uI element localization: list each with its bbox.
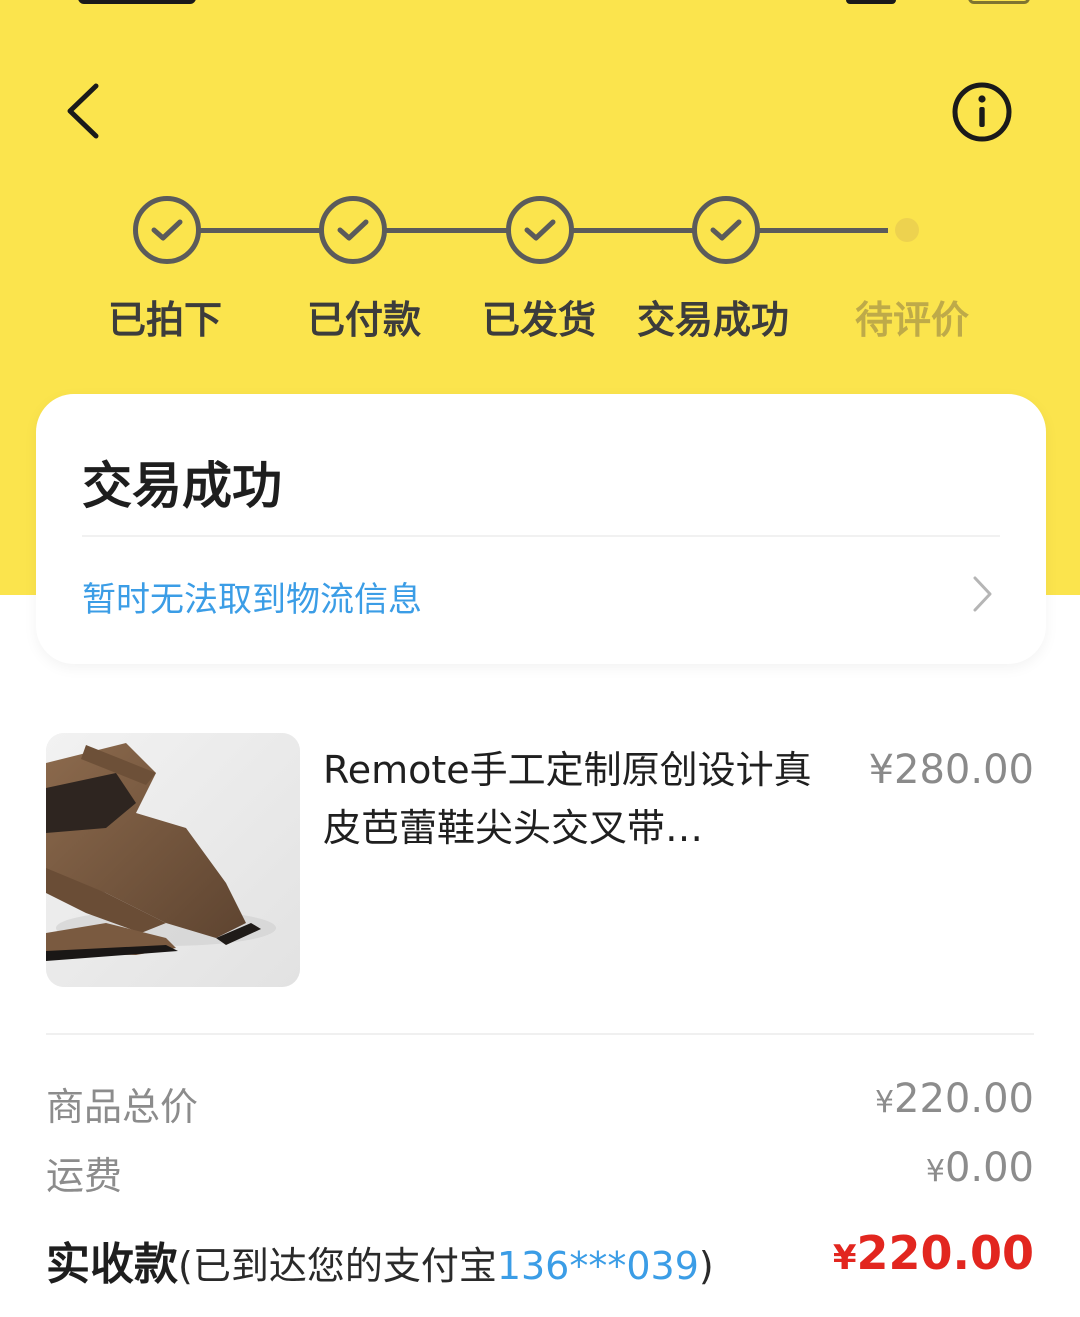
- alipay-account[interactable]: 136***039: [497, 1244, 699, 1288]
- goods-total-row: 商品总价 ¥220.00: [46, 1076, 1034, 1132]
- logistics-info-text: 暂时无法取到物流信息: [82, 580, 422, 620]
- paid-value: ¥220.00: [833, 1226, 1034, 1280]
- product-price: ¥280.00: [869, 747, 1034, 793]
- check-icon: [710, 219, 742, 241]
- step-3-label: 已发货: [481, 298, 596, 342]
- paid-note-suffix: ): [698, 1244, 714, 1288]
- chevron-right-icon: [973, 576, 992, 612]
- divider: [46, 1033, 1034, 1035]
- step-2-label: 已付款: [306, 298, 421, 342]
- step-4-circle: [692, 196, 760, 264]
- step-5-dot: [895, 218, 919, 242]
- order-status-card: 交易成功 暂时无法取到物流信息: [36, 394, 1046, 664]
- goods-total-label: 商品总价: [46, 1085, 199, 1129]
- paid-label: 实收款(已到达您的支付宝136***039): [46, 1228, 714, 1292]
- step-3-circle: [506, 196, 574, 264]
- order-progress: 已拍下 已付款 已发货 交易成功 待评价: [0, 192, 1080, 352]
- step-2-circle: [319, 196, 387, 264]
- order-status-title: 交易成功: [82, 457, 282, 515]
- status-bar-battery: [968, 0, 1030, 4]
- goods-total-amount: 220.00: [894, 1076, 1034, 1122]
- check-icon: [524, 219, 556, 241]
- step-1-circle: [133, 196, 201, 264]
- order-detail-page: 已拍下 已付款 已发货 交易成功 待评价 交易成功 暂时无法取到物流信息 Rem…: [0, 0, 1080, 1317]
- shipping-amount: 0.00: [944, 1145, 1034, 1191]
- back-button[interactable]: [52, 72, 120, 150]
- product-image: [46, 733, 300, 987]
- currency-symbol: ¥: [832, 1238, 857, 1278]
- logistics-info-link[interactable]: 暂时无法取到物流信息: [82, 558, 1000, 630]
- shipping-label: 运费: [46, 1154, 123, 1198]
- step-4-label: 交易成功: [636, 298, 789, 342]
- product-title: Remote手工定制原创设计真皮芭蕾鞋尖头交叉带…: [323, 748, 812, 850]
- status-bar-time: [78, 0, 196, 4]
- step-5-label: 待评价: [854, 298, 969, 342]
- step-1-label: 已拍下: [107, 298, 222, 342]
- check-icon: [151, 219, 183, 241]
- paid-amount-row: 实收款(已到达您的支付宝136***039) ¥220.00: [46, 1226, 1034, 1290]
- check-icon: [337, 219, 369, 241]
- shoe-image: [46, 733, 300, 987]
- paid-label-text: 实收款: [46, 1239, 178, 1290]
- paid-amount: 220.00: [856, 1226, 1034, 1280]
- divider: [82, 535, 1000, 537]
- chevron-left-icon: [67, 83, 99, 139]
- shipping-row: 运费 ¥0.00: [46, 1145, 1034, 1201]
- paid-note-prefix: (已到达您的支付宝: [178, 1244, 497, 1288]
- goods-total-value: ¥220.00: [875, 1076, 1034, 1122]
- currency-symbol: ¥: [874, 1085, 895, 1120]
- info-button[interactable]: [946, 76, 1018, 148]
- status-bar-signal: [846, 0, 896, 4]
- info-icon: [952, 82, 1012, 142]
- currency-symbol: ¥: [925, 1154, 945, 1189]
- shipping-value: ¥0.00: [926, 1145, 1034, 1191]
- currency-symbol: ¥: [868, 747, 895, 793]
- product-price-value: 280.00: [894, 747, 1034, 793]
- product-item[interactable]: Remote手工定制原创设计真皮芭蕾鞋尖头交叉带… ¥280.00: [46, 733, 1034, 989]
